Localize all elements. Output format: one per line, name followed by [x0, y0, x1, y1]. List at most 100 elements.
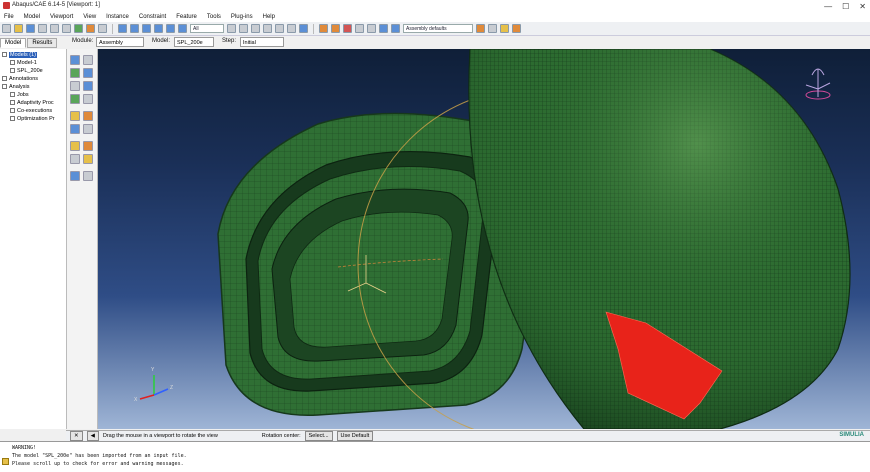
- remove-selected-icon[interactable]: [488, 24, 497, 33]
- datum-axis-icon[interactable]: [83, 124, 93, 134]
- replace-instance-icon[interactable]: [83, 94, 93, 104]
- toolbar-separator: [313, 23, 314, 34]
- tree-item-annotations[interactable]: Annotations: [0, 75, 66, 83]
- new-file-icon[interactable]: [2, 24, 11, 33]
- menu-file[interactable]: File: [4, 14, 14, 20]
- color-code-icon[interactable]: [391, 24, 400, 33]
- jobs-icon: [10, 92, 15, 98]
- window-controls: — ☐ ✕: [824, 0, 866, 12]
- model-icon: [10, 68, 15, 74]
- query-icon[interactable]: [74, 24, 83, 33]
- view-manager-icon[interactable]: [367, 24, 376, 33]
- tab-results[interactable]: Results: [27, 38, 58, 48]
- axis-triad: Y Z X: [134, 367, 173, 403]
- tree-item-jobs[interactable]: Jobs: [0, 91, 66, 99]
- tree-item-co-executions[interactable]: Co-executions: [0, 107, 66, 115]
- tree-item-adaptivity[interactable]: Adaptivity Proc: [0, 99, 66, 107]
- toolbox-icon[interactable]: [62, 24, 71, 33]
- top-view-icon[interactable]: [275, 24, 284, 33]
- replace-all-icon[interactable]: [476, 24, 485, 33]
- maximize-button[interactable]: ☐: [842, 2, 849, 11]
- expand-icon[interactable]: [2, 84, 7, 90]
- menu-plugins[interactable]: Plug-ins: [231, 14, 253, 20]
- hand-icon[interactable]: [86, 24, 95, 33]
- menu-constraint[interactable]: Constraint: [139, 14, 166, 20]
- menu-bar: File Model Viewport View Instance Constr…: [0, 12, 870, 22]
- rotate-icon[interactable]: [130, 24, 139, 33]
- menu-tools[interactable]: Tools: [207, 14, 221, 20]
- auto-fit-icon[interactable]: [166, 24, 175, 33]
- set-manager-icon[interactable]: [70, 154, 80, 164]
- model-select[interactable]: SPL_200e: [174, 37, 214, 47]
- menu-view[interactable]: View: [83, 14, 96, 20]
- view-triad-gizmo[interactable]: [805, 68, 831, 100]
- color-code-select[interactable]: Assembly defaults: [403, 24, 473, 33]
- create-instance-icon[interactable]: [83, 55, 93, 65]
- translate-icon[interactable]: [70, 68, 80, 78]
- back-button[interactable]: ◀: [86, 431, 99, 441]
- wireframe-render-icon[interactable]: [331, 24, 340, 33]
- minimize-button[interactable]: —: [824, 2, 832, 11]
- module-select[interactable]: Assembly: [96, 37, 144, 47]
- tree-toggle-icon[interactable]: [500, 24, 509, 33]
- print-icon[interactable]: [38, 24, 47, 33]
- co-execution-icon: [10, 108, 15, 114]
- views-icon[interactable]: [227, 24, 236, 33]
- tree-item-models[interactable]: Models (1): [0, 51, 66, 59]
- module-label: Module:: [72, 38, 94, 44]
- coaxial-icon[interactable]: [83, 111, 93, 121]
- radial-pattern-icon[interactable]: [83, 81, 93, 91]
- partition-cell-icon[interactable]: [83, 141, 93, 151]
- position-constraint-icon[interactable]: [70, 111, 80, 121]
- menu-help[interactable]: Help: [263, 14, 275, 20]
- dome-part[interactable]: [468, 49, 851, 429]
- selection-filter-input[interactable]: All: [190, 24, 224, 33]
- datum-point-icon[interactable]: [70, 124, 80, 134]
- viewport[interactable]: Y Z X: [98, 49, 870, 429]
- tree-item-model-1[interactable]: Model-1: [0, 59, 66, 67]
- annotation-icon[interactable]: [512, 24, 521, 33]
- instance-part-icon[interactable]: [70, 55, 80, 65]
- bottom-view-icon[interactable]: [287, 24, 296, 33]
- svg-text:Y: Y: [151, 367, 155, 373]
- menu-model[interactable]: Model: [24, 14, 40, 20]
- display-group-icon[interactable]: [379, 24, 388, 33]
- feature-manager-icon[interactable]: [83, 171, 93, 181]
- save-icon[interactable]: [26, 24, 35, 33]
- model-icon: [10, 60, 15, 66]
- pan-icon[interactable]: [118, 24, 127, 33]
- zoom-box-icon[interactable]: [154, 24, 163, 33]
- rotate-instance-icon[interactable]: [83, 68, 93, 78]
- hidden-line-icon[interactable]: [343, 24, 352, 33]
- tab-model[interactable]: Model: [0, 38, 27, 48]
- tree-item-analysis[interactable]: Analysis: [0, 83, 66, 91]
- cycle-views-icon[interactable]: [178, 24, 187, 33]
- menu-instance[interactable]: Instance: [106, 14, 129, 20]
- expand-icon[interactable]: [2, 52, 7, 58]
- partition-icon[interactable]: [70, 141, 80, 151]
- step-select[interactable]: Initial: [240, 37, 284, 47]
- shaded-render-icon[interactable]: [319, 24, 328, 33]
- viewport-icon[interactable]: [50, 24, 59, 33]
- tree-item-optimization[interactable]: Optimization Pr: [0, 115, 66, 123]
- query-tool-icon[interactable]: [70, 171, 80, 181]
- use-default-button[interactable]: Use Default: [336, 431, 374, 441]
- iso-view-icon[interactable]: [263, 24, 272, 33]
- linear-pattern-icon[interactable]: [70, 81, 80, 91]
- zoom-icon[interactable]: [142, 24, 151, 33]
- message-area[interactable]: WARNING! The model "SPL_200e" has been i…: [0, 441, 870, 472]
- info-icon[interactable]: [299, 24, 308, 33]
- open-file-icon[interactable]: [14, 24, 23, 33]
- side-view-icon[interactable]: [251, 24, 260, 33]
- cancel-procedure-button[interactable]: ✕: [70, 431, 83, 441]
- merge-cut-icon[interactable]: [70, 94, 80, 104]
- select-button[interactable]: Select...: [304, 431, 333, 441]
- front-view-icon[interactable]: [239, 24, 248, 33]
- menu-feature[interactable]: Feature: [176, 14, 197, 20]
- history-icon[interactable]: [98, 24, 107, 33]
- close-button[interactable]: ✕: [859, 2, 866, 11]
- surface-manager-icon[interactable]: [83, 154, 93, 164]
- menu-viewport[interactable]: Viewport: [50, 14, 73, 20]
- perspective-icon[interactable]: [355, 24, 364, 33]
- tree-item-spl-200e[interactable]: SPL_200e: [0, 67, 66, 75]
